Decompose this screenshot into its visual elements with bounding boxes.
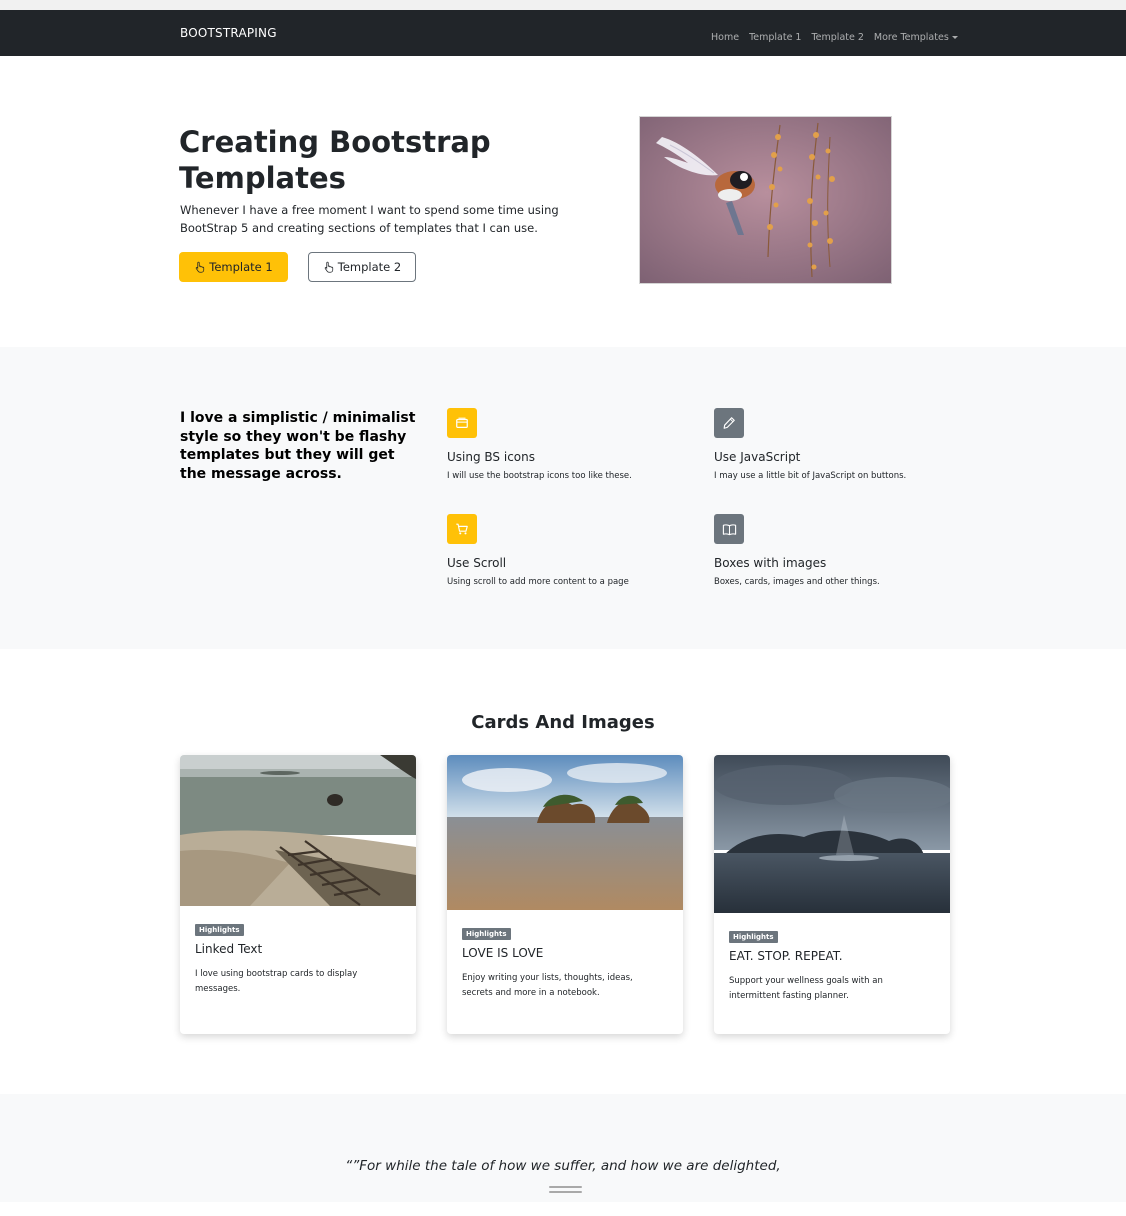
feature-text: I will use the bootstrap icons too like … [447,471,632,481]
hand-pointer-icon [196,261,205,273]
features-lead-text: I love a simplistic / minimalist style s… [180,410,416,482]
book-icon [714,514,744,544]
card-image-rock-islands [447,755,683,910]
nav-link-template-2[interactable]: Template 2 [811,32,863,43]
window-icon [447,408,477,438]
hero-image-bird [639,116,892,284]
template-1-button[interactable]: Template 1 [179,252,288,282]
nav-link-home[interactable]: Home [711,32,739,43]
template-2-button-label: Template 2 [337,260,402,274]
feature-title: Using BS icons [447,450,535,464]
card-text: Support your wellness goals with an inte… [729,976,883,1001]
feature-text: Boxes, cards, images and other things. [714,577,880,587]
browser-top-strip [0,0,1126,10]
quote-section: “”For while the tale of how we suffer, a… [0,1094,1126,1202]
highlights-badge: Highlights [195,924,244,936]
card-title[interactable]: EAT. STOP. REPEAT. [729,949,843,963]
feature-title: Boxes with images [714,556,827,570]
template-2-button[interactable]: Template 2 [308,252,416,282]
hand-pointer-icon [324,261,333,273]
hero-title: Creating Bootstrap Templates [179,125,491,195]
nav-dropdown-more-templates[interactable]: More Templates [874,32,958,43]
caret-down-icon [951,36,958,39]
card-image-beach-stairs [180,755,416,906]
card-love-is-love[interactable]: Highlights LOVE IS LOVE Enjoy writing yo… [447,755,683,1034]
card-title[interactable]: LOVE IS LOVE [462,946,543,960]
card-text: Enjoy writing your lists, thoughts, idea… [462,973,633,998]
nav-link-template-1[interactable]: Template 1 [749,32,801,43]
card-linked-text[interactable]: Highlights Linked Text I love using boot… [180,755,416,1034]
cart-icon [447,514,477,544]
template-1-button-label: Template 1 [209,260,273,274]
drag-handle-icon[interactable] [549,1186,582,1194]
navbar-brand[interactable]: BOOTSTRAPING [180,26,277,40]
highlights-badge: Highlights [729,931,778,943]
hero-text: Whenever I have a free moment I want to … [180,203,559,235]
nav-links: Home Template 1 Template 2 More Template… [711,32,958,43]
features-section: I love a simplistic / minimalist style s… [0,347,1126,649]
card-title[interactable]: Linked Text [195,942,262,956]
cards-section-title: Cards And Images [471,712,655,733]
feature-text: I may use a little bit of JavaScript on … [714,471,907,481]
nav-dropdown-label: More Templates [873,32,949,43]
feature-javascript: Use JavaScript I may use a little bit of… [714,408,906,481]
feature-title: Use Scroll [447,556,507,570]
feature-bs-icons: Using BS icons I will use the bootstrap … [447,408,632,481]
quote-text: “”For while the tale of how we suffer, a… [345,1158,781,1174]
card-image-stormy-sea [714,755,950,913]
feature-title: Use JavaScript [714,450,801,464]
feature-boxes-images: Boxes with images Boxes, cards, images a… [714,514,880,587]
feature-scroll: Use Scroll Using scroll to add more cont… [447,514,629,587]
pencil-icon [714,408,744,438]
card-text: I love using bootstrap cards to display … [195,969,358,994]
feature-text: Using scroll to add more content to a pa… [447,577,629,587]
highlights-badge: Highlights [462,928,511,940]
navbar: BOOTSTRAPING Home Template 1 Template 2 … [0,10,1126,56]
card-eat-stop-repeat[interactable]: Highlights EAT. STOP. REPEAT. Support yo… [714,755,950,1034]
